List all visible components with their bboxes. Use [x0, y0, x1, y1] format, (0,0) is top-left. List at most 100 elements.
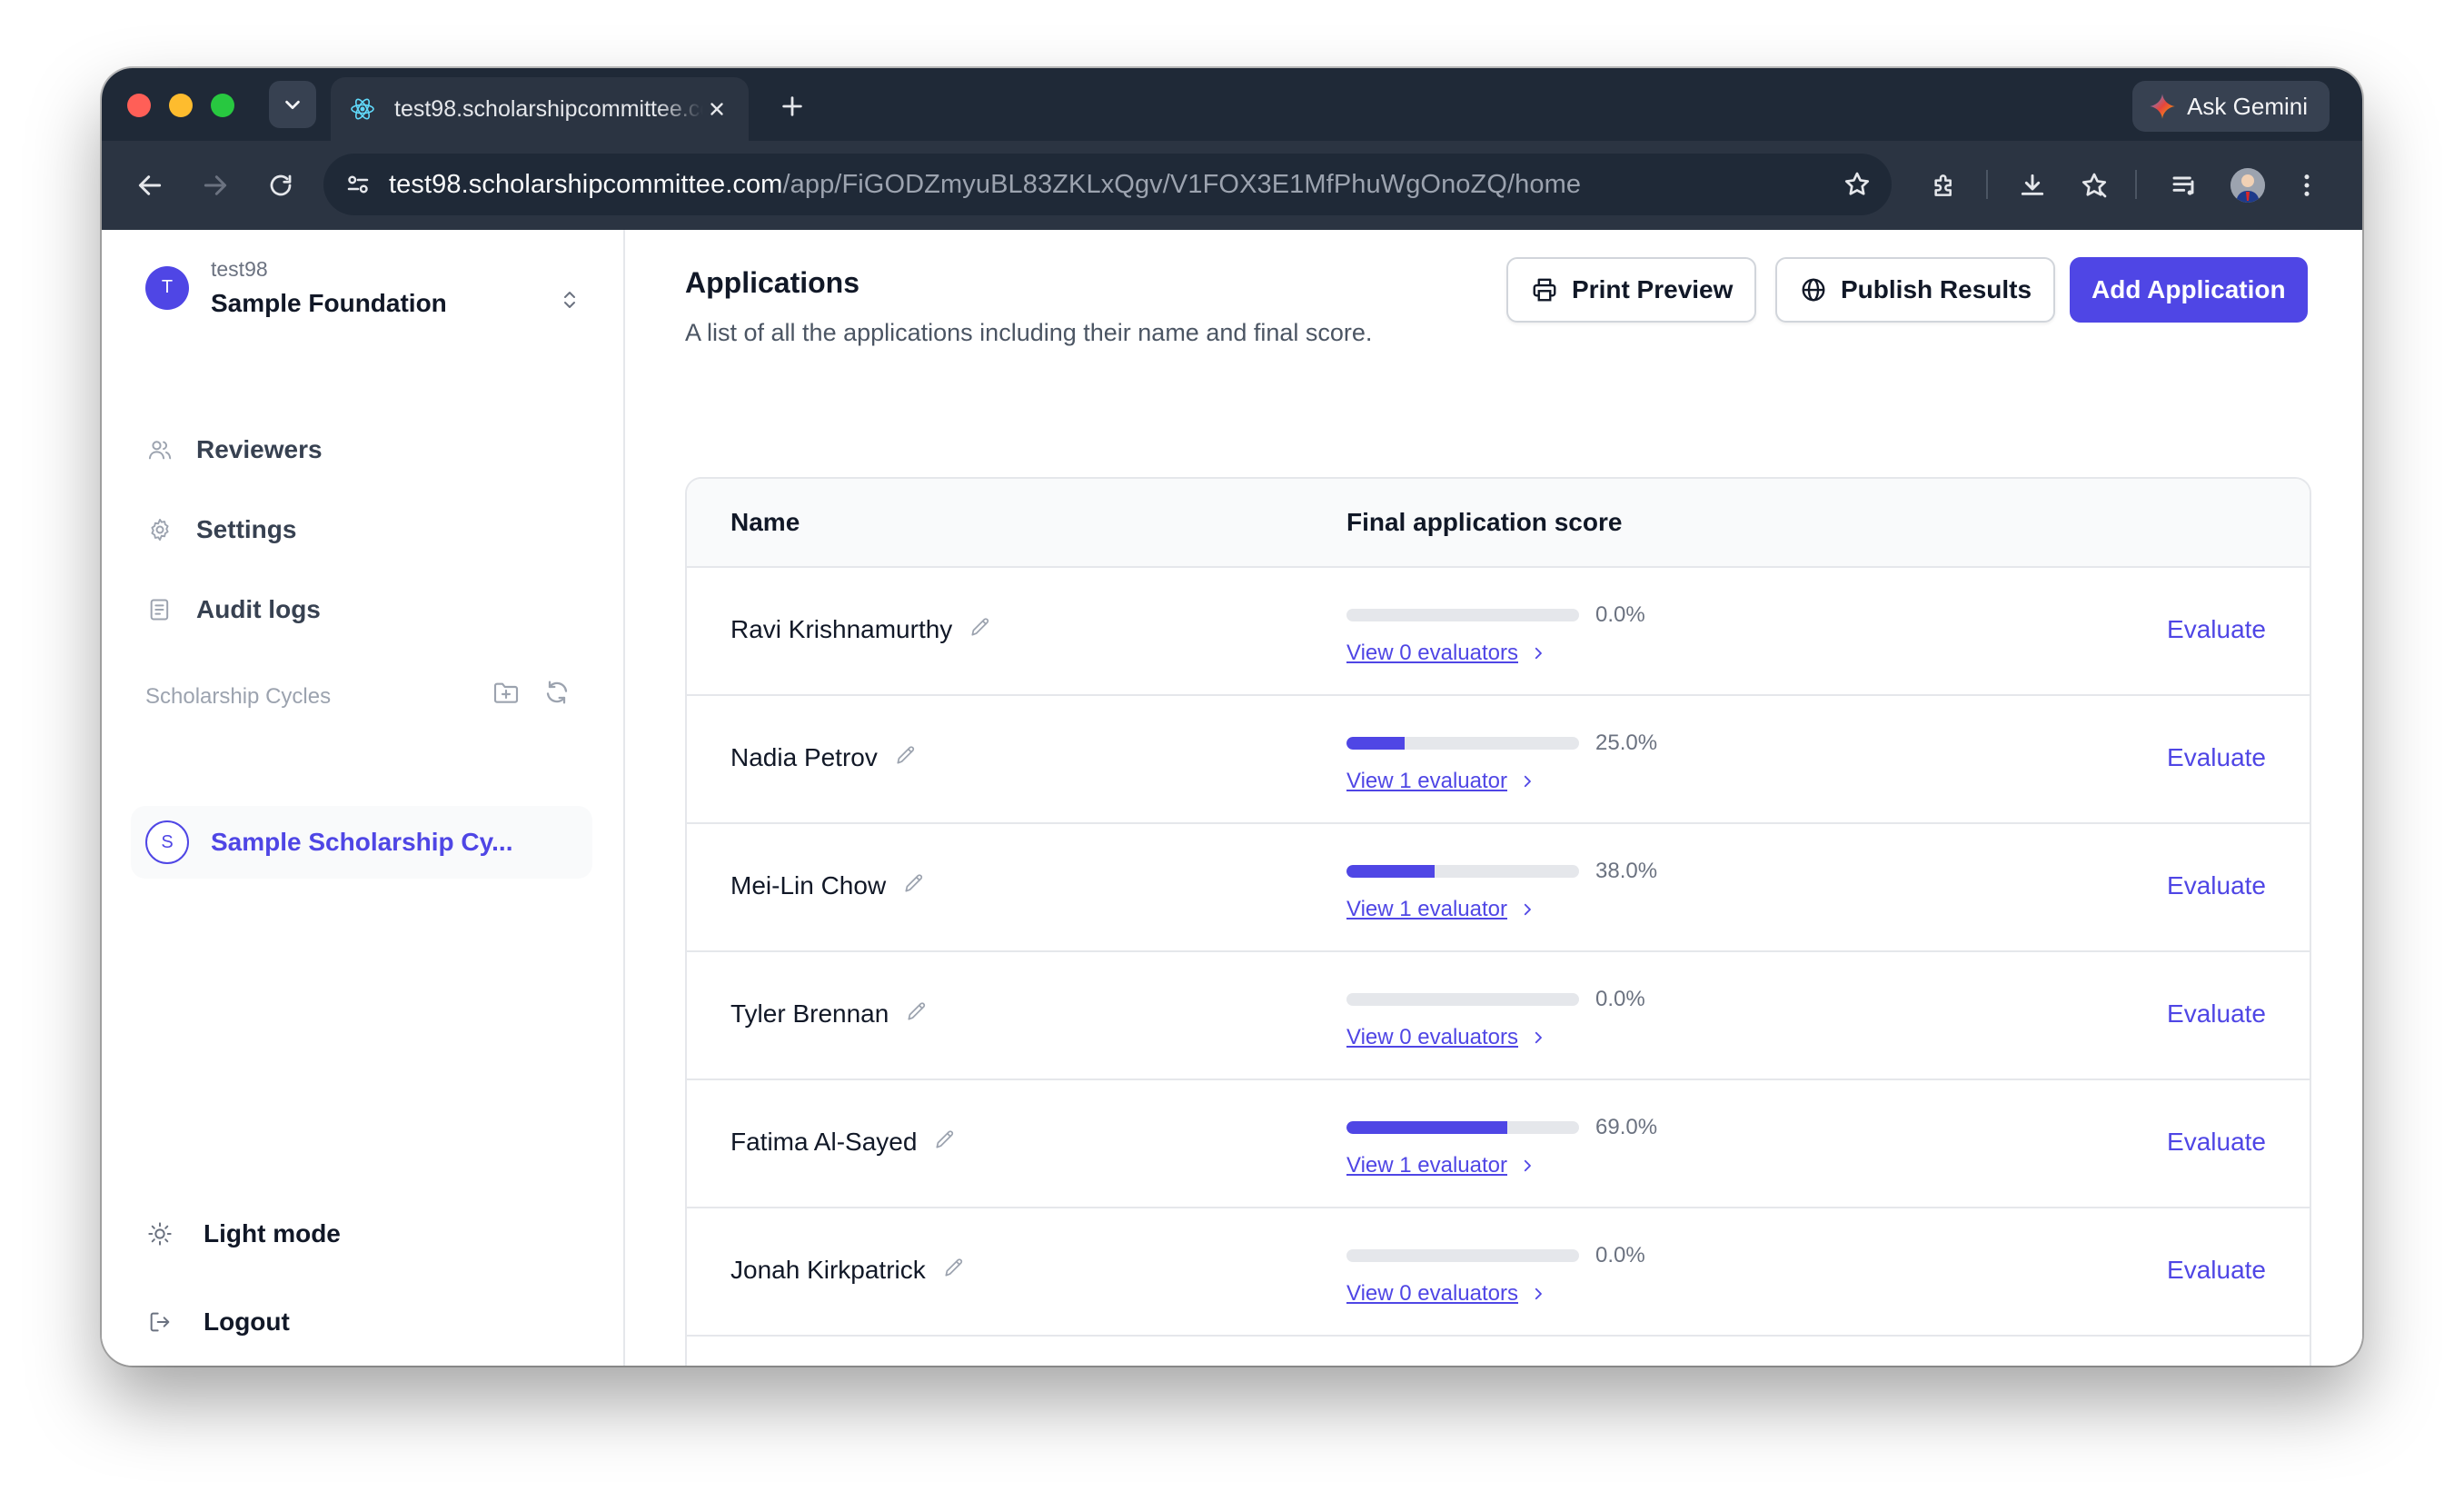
evaluate-link[interactable]: Evaluate: [2167, 871, 2266, 900]
score-bar-wrap: 69.0%: [1346, 1115, 1657, 1140]
sidebar-item-audit-logs[interactable]: Audit logs: [145, 582, 321, 637]
table-row: Nadia Petrov 25.0% View 1 evaluator Eval…: [687, 696, 2310, 824]
org-subdomain: test98: [211, 257, 268, 281]
avatar: [2231, 168, 2265, 203]
applicant-name: Fatima Al-Sayed: [730, 1128, 918, 1156]
tab-title: test98.scholarshipcommittee.com: [394, 95, 703, 122]
bookmarks-icon[interactable]: [2072, 163, 2117, 208]
score-progress-bar: [1346, 1121, 1579, 1134]
tab-search-button[interactable]: [269, 81, 316, 128]
view-evaluators-label: View 0 evaluators: [1346, 641, 1518, 665]
sidebar-item-reviewers[interactable]: Reviewers: [145, 422, 323, 477]
url-text: test98.scholarshipcommittee.com/app/FiGO…: [389, 170, 1581, 200]
extensions-icon[interactable]: [1922, 163, 1967, 208]
score-bar-wrap: 0.0%: [1346, 1243, 1645, 1268]
back-button[interactable]: [127, 163, 173, 208]
pencil-icon[interactable]: [900, 870, 928, 897]
evaluate-link[interactable]: Evaluate: [2167, 615, 2266, 644]
org-switcher[interactable]: T test98 Sample Foundation: [145, 257, 447, 318]
applications-table: Name Final application score Ravi Krishn…: [685, 477, 2311, 1366]
logout-label: Logout: [204, 1307, 290, 1336]
download-icon[interactable]: [2010, 163, 2055, 208]
chevron-right-icon: [1518, 900, 1536, 919]
address-bar[interactable]: test98.scholarshipcommittee.com/app/FiGO…: [323, 154, 1892, 215]
evaluate-link[interactable]: Evaluate: [2167, 999, 2266, 1029]
score-progress-fill: [1346, 865, 1436, 878]
pencil-icon[interactable]: [931, 1126, 959, 1153]
chevron-right-icon: [1529, 644, 1547, 662]
sidebar-item-scholarship-cycle[interactable]: S Sample Scholarship Cy...: [131, 806, 592, 879]
folder-plus-icon[interactable]: [491, 677, 522, 708]
applicant-name: Nadia Petrov: [730, 743, 878, 771]
logout-icon: [145, 1307, 174, 1337]
tab-close-icon[interactable]: [703, 95, 730, 123]
pencil-icon[interactable]: [892, 741, 919, 769]
browser-window: test98.scholarshipcommittee.com Ask Gemi…: [102, 68, 2362, 1366]
view-evaluators-link[interactable]: View 1 evaluator: [1346, 769, 1657, 794]
view-evaluators-link[interactable]: View 0 evaluators: [1346, 1025, 1645, 1050]
score-progress-fill: [1346, 1121, 1507, 1134]
forward-button[interactable]: [193, 163, 238, 208]
sidebar-item-settings[interactable]: Settings: [145, 502, 296, 557]
table-row: Diego Herrera 0.0% View 0 evaluators Eva…: [687, 1337, 2310, 1366]
gemini-sparkle-icon: [2150, 94, 2175, 119]
evaluate-link[interactable]: Evaluate: [2167, 1128, 2266, 1157]
close-window-button[interactable]: [127, 94, 151, 117]
sidebar-item-label: Settings: [196, 515, 297, 543]
section-actions: [491, 677, 572, 708]
globe-icon: [1799, 275, 1828, 304]
reload-icon: [270, 174, 292, 196]
score-percent: 0.0%: [1595, 987, 1645, 1011]
url-path: /app/FiGODZmyuBL83ZKLxQgv/V1FOX3E1MfPhuW…: [782, 169, 1582, 199]
minimize-window-button[interactable]: [169, 94, 193, 117]
logout-button[interactable]: Logout: [145, 1307, 290, 1337]
column-header-score: Final application score: [1346, 508, 1623, 536]
view-evaluators-label: View 0 evaluators: [1346, 1281, 1518, 1306]
pencil-icon[interactable]: [903, 998, 930, 1025]
sidebar: T test98 Sample Foundation Reviewers Set…: [102, 230, 625, 1366]
view-evaluators-link[interactable]: View 1 evaluator: [1346, 1153, 1657, 1178]
score-progress-fill: [1346, 737, 1405, 750]
pencil-icon[interactable]: [967, 613, 994, 641]
view-evaluators-link[interactable]: View 0 evaluators: [1346, 1281, 1645, 1307]
applicant-cell: Jonah Kirkpatrick: [730, 1256, 968, 1285]
view-evaluators-link[interactable]: View 0 evaluators: [1346, 641, 1645, 666]
browser-tab[interactable]: test98.scholarshipcommittee.com: [331, 77, 749, 141]
site-info-icon[interactable]: [340, 166, 376, 203]
new-tab-button[interactable]: [774, 88, 810, 124]
applicant-cell: Mei-Lin Chow: [730, 871, 928, 900]
ask-gemini-button[interactable]: Ask Gemini: [2132, 81, 2330, 132]
print-preview-label: Print Preview: [1572, 275, 1734, 303]
evaluate-link[interactable]: Evaluate: [2167, 1256, 2266, 1285]
add-application-button[interactable]: Add Application: [2070, 257, 2308, 323]
applicant-name: Tyler Brennan: [730, 999, 889, 1028]
profile-avatar[interactable]: [2225, 163, 2270, 208]
column-header-name: Name: [730, 508, 800, 536]
light-mode-label: Light mode: [204, 1219, 341, 1248]
reload-button[interactable]: [258, 163, 303, 208]
chevron-right-icon: [1518, 1157, 1536, 1175]
applicant-name: Mei-Lin Chow: [730, 871, 887, 900]
maximize-window-button[interactable]: [211, 94, 234, 117]
toolbar-divider: [1986, 170, 1988, 199]
print-preview-button[interactable]: Print Preview: [1506, 257, 1757, 323]
applicant-cell: Fatima Al-Sayed: [730, 1128, 959, 1157]
ask-gemini-label: Ask Gemini: [2187, 92, 2308, 120]
chevron-right-icon: [1529, 1285, 1547, 1303]
page-title: Applications: [685, 266, 860, 299]
score-cell: 0.0% View 0 evaluators: [1346, 1243, 1645, 1307]
menu-kebab-icon[interactable]: [2284, 163, 2330, 208]
view-evaluators-link[interactable]: View 1 evaluator: [1346, 897, 1657, 922]
score-percent: 25.0%: [1595, 731, 1658, 755]
refresh-icon[interactable]: [541, 677, 572, 708]
bookmark-star-icon[interactable]: [1839, 166, 1875, 203]
pencil-icon[interactable]: [940, 1254, 968, 1281]
chevron-up-down-icon[interactable]: [556, 286, 583, 313]
evaluate-link[interactable]: Evaluate: [2167, 743, 2266, 772]
org-name: Sample Foundation: [211, 289, 447, 317]
publish-results-button[interactable]: Publish Results: [1775, 257, 2056, 323]
table-body: Ravi Krishnamurthy 0.0% View 0 evaluator…: [687, 568, 2310, 1366]
main-content: Applications A list of all the applicati…: [627, 230, 2362, 1366]
reading-list-icon[interactable]: [2162, 163, 2208, 208]
light-mode-toggle[interactable]: Light mode: [145, 1219, 341, 1248]
